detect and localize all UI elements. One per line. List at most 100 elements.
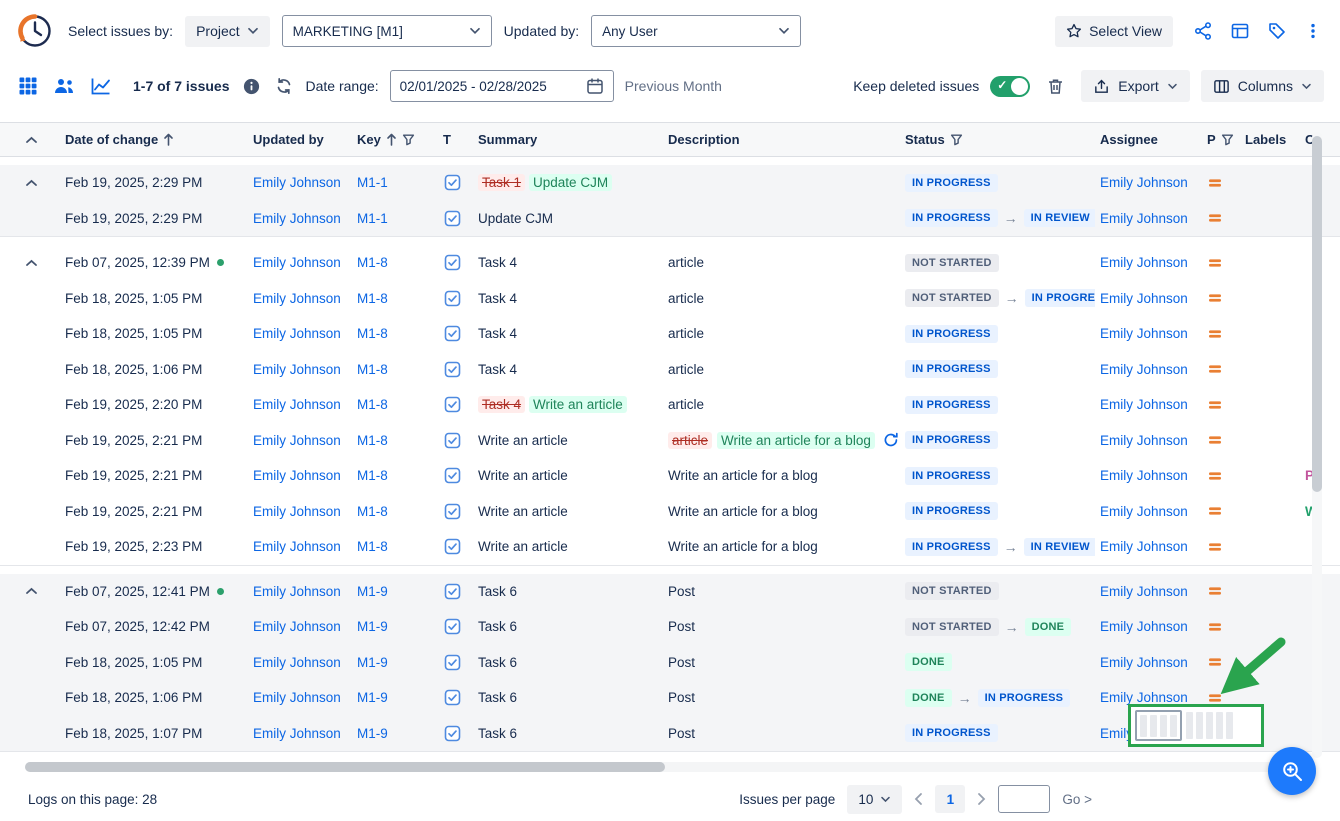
key-cell: M1-9 <box>351 690 435 705</box>
board-export-button[interactable] <box>1228 19 1252 43</box>
user-link[interactable]: Emily Johnson <box>253 504 341 519</box>
vertical-scrollbar[interactable] <box>1312 132 1322 758</box>
change-date: Feb 18, 2025, 1:05 PM <box>62 326 247 341</box>
go-to-page-input[interactable] <box>998 785 1050 813</box>
users-view-button[interactable] <box>51 74 77 98</box>
more-menu-button[interactable] <box>1302 20 1324 42</box>
assignee-link[interactable]: Emily Johnson <box>1100 211 1188 226</box>
user-link[interactable]: Emily Johnson <box>253 397 341 412</box>
issue-key-link[interactable]: M1-8 <box>357 291 388 306</box>
page-size-select[interactable]: 10 <box>847 785 902 814</box>
collapse-all-button[interactable] <box>25 136 38 144</box>
assignee-link[interactable]: Emily Johnson <box>1100 397 1188 412</box>
user-link[interactable]: Emily Johnson <box>253 255 341 270</box>
issue-key-link[interactable]: M1-1 <box>357 211 388 226</box>
issue-key-link[interactable]: M1-8 <box>357 255 388 270</box>
user-link[interactable]: Emily Johnson <box>253 326 341 341</box>
group-collapse-button[interactable] <box>25 587 38 595</box>
horizontal-scrollbar[interactable] <box>25 762 1303 772</box>
calendar-icon <box>586 77 604 95</box>
assignee-link[interactable]: Emily Johnson <box>1100 433 1188 448</box>
issue-key-link[interactable]: M1-8 <box>357 504 388 519</box>
select-view-button[interactable]: Select View <box>1055 16 1173 47</box>
info-icon[interactable] <box>241 76 262 97</box>
filter-icon[interactable] <box>1221 133 1234 146</box>
issue-key-link[interactable]: M1-8 <box>357 433 388 448</box>
previous-month-link[interactable]: Previous Month <box>625 78 722 94</box>
issue-key-link[interactable]: M1-9 <box>357 619 388 634</box>
assignee-link[interactable]: Emily Johnson <box>1100 468 1188 483</box>
assignee-link[interactable]: Emily Johnson <box>1100 539 1188 554</box>
grid-view-button[interactable] <box>16 74 40 98</box>
user-link[interactable]: Emily Johnson <box>253 433 341 448</box>
issue-key-link[interactable]: M1-9 <box>357 690 388 705</box>
user-link[interactable]: Emily Johnson <box>253 655 341 670</box>
user-link[interactable]: Emily Johnson <box>253 468 341 483</box>
group-collapse-button[interactable] <box>25 179 38 187</box>
assignee-link[interactable]: Emily Johnson <box>1100 584 1188 599</box>
assignee-link[interactable]: Emily Johnson <box>1100 362 1188 377</box>
prev-page-button[interactable] <box>914 792 923 806</box>
status-badge: DONE <box>905 653 952 671</box>
field-value: Post <box>668 584 695 599</box>
user-link[interactable]: Emily Johnson <box>253 539 341 554</box>
description-cell: Post <box>659 726 899 741</box>
filter-icon[interactable] <box>950 133 963 146</box>
assignee-link[interactable]: Emily Johnson <box>1100 690 1188 705</box>
assignee-link[interactable]: Emily Johnson <box>1100 619 1188 634</box>
updated-by-cell: Emily Johnson <box>247 326 351 341</box>
labels-manager-button[interactable] <box>1265 19 1289 43</box>
user-link[interactable]: Emily Johnson <box>253 362 341 377</box>
horizontal-scrollbar-thumb[interactable] <box>25 762 665 772</box>
go-to-page-button[interactable]: Go > <box>1062 792 1092 807</box>
assignee-link[interactable]: Emily Johnson <box>1100 326 1188 341</box>
user-link[interactable]: Emily Johnson <box>253 584 341 599</box>
sort-up-icon[interactable] <box>386 133 397 146</box>
columns-button[interactable]: Columns <box>1201 70 1324 102</box>
assignee-link[interactable]: Emily Johnson <box>1100 255 1188 270</box>
export-button[interactable]: Export <box>1081 70 1189 102</box>
user-link[interactable]: Emily Johnson <box>253 619 341 634</box>
refresh-button[interactable] <box>273 75 295 97</box>
assignee-link[interactable]: Emily Johnson <box>1100 291 1188 306</box>
issue-source-dropdown[interactable]: Project <box>185 16 270 47</box>
issue-key-link[interactable]: M1-1 <box>357 175 388 190</box>
description-cell: article <box>659 326 899 341</box>
status-badge: IN PROGRESS <box>905 502 998 520</box>
assignee-link[interactable]: Emily Johnson <box>1100 504 1188 519</box>
change-date: Feb 19, 2025, 2:29 PM <box>62 211 247 226</box>
user-link[interactable]: Emily Johnson <box>253 726 341 741</box>
updated-by-cell: Emily Johnson <box>247 690 351 705</box>
revert-change-button[interactable] <box>883 432 899 448</box>
user-link[interactable]: Emily Johnson <box>253 175 341 190</box>
chart-view-button[interactable] <box>88 74 114 98</box>
quick-search-fab[interactable] <box>1268 747 1316 795</box>
status-cell: IN PROGRESS <box>899 325 1095 343</box>
vertical-scrollbar-thumb[interactable] <box>1312 136 1322 492</box>
current-page-button[interactable]: 1 <box>935 785 965 813</box>
user-link[interactable]: Emily Johnson <box>253 690 341 705</box>
delete-button[interactable] <box>1044 75 1067 98</box>
assignee-link[interactable]: Emily Johnson <box>1100 175 1188 190</box>
issue-key-link[interactable]: M1-9 <box>357 584 388 599</box>
user-link[interactable]: Emily Johnson <box>253 291 341 306</box>
user-link[interactable]: Emily Johnson <box>253 211 341 226</box>
issue-key-link[interactable]: M1-8 <box>357 397 388 412</box>
share-button[interactable] <box>1191 19 1215 43</box>
issue-key-link[interactable]: M1-9 <box>357 655 388 670</box>
keep-deleted-toggle[interactable]: ✓ <box>990 76 1030 97</box>
assignee-link[interactable]: Emily Johnson <box>1100 655 1188 670</box>
issue-key-link[interactable]: M1-8 <box>357 326 388 341</box>
issue-key-link[interactable]: M1-8 <box>357 539 388 554</box>
issue-key-link[interactable]: M1-9 <box>357 726 388 741</box>
date-range-input[interactable]: 02/01/2025 - 02/28/2025 <box>390 70 614 102</box>
sort-up-icon[interactable] <box>163 133 174 146</box>
next-page-button[interactable] <box>977 792 986 806</box>
updated-by-select[interactable]: Any User <box>591 15 801 47</box>
project-select[interactable]: MARKETING [M1] <box>282 15 492 47</box>
group-collapse-button[interactable] <box>25 259 38 267</box>
issue-key-link[interactable]: M1-8 <box>357 468 388 483</box>
filter-icon[interactable] <box>402 133 415 146</box>
task-type-icon <box>444 174 461 191</box>
issue-key-link[interactable]: M1-8 <box>357 362 388 377</box>
